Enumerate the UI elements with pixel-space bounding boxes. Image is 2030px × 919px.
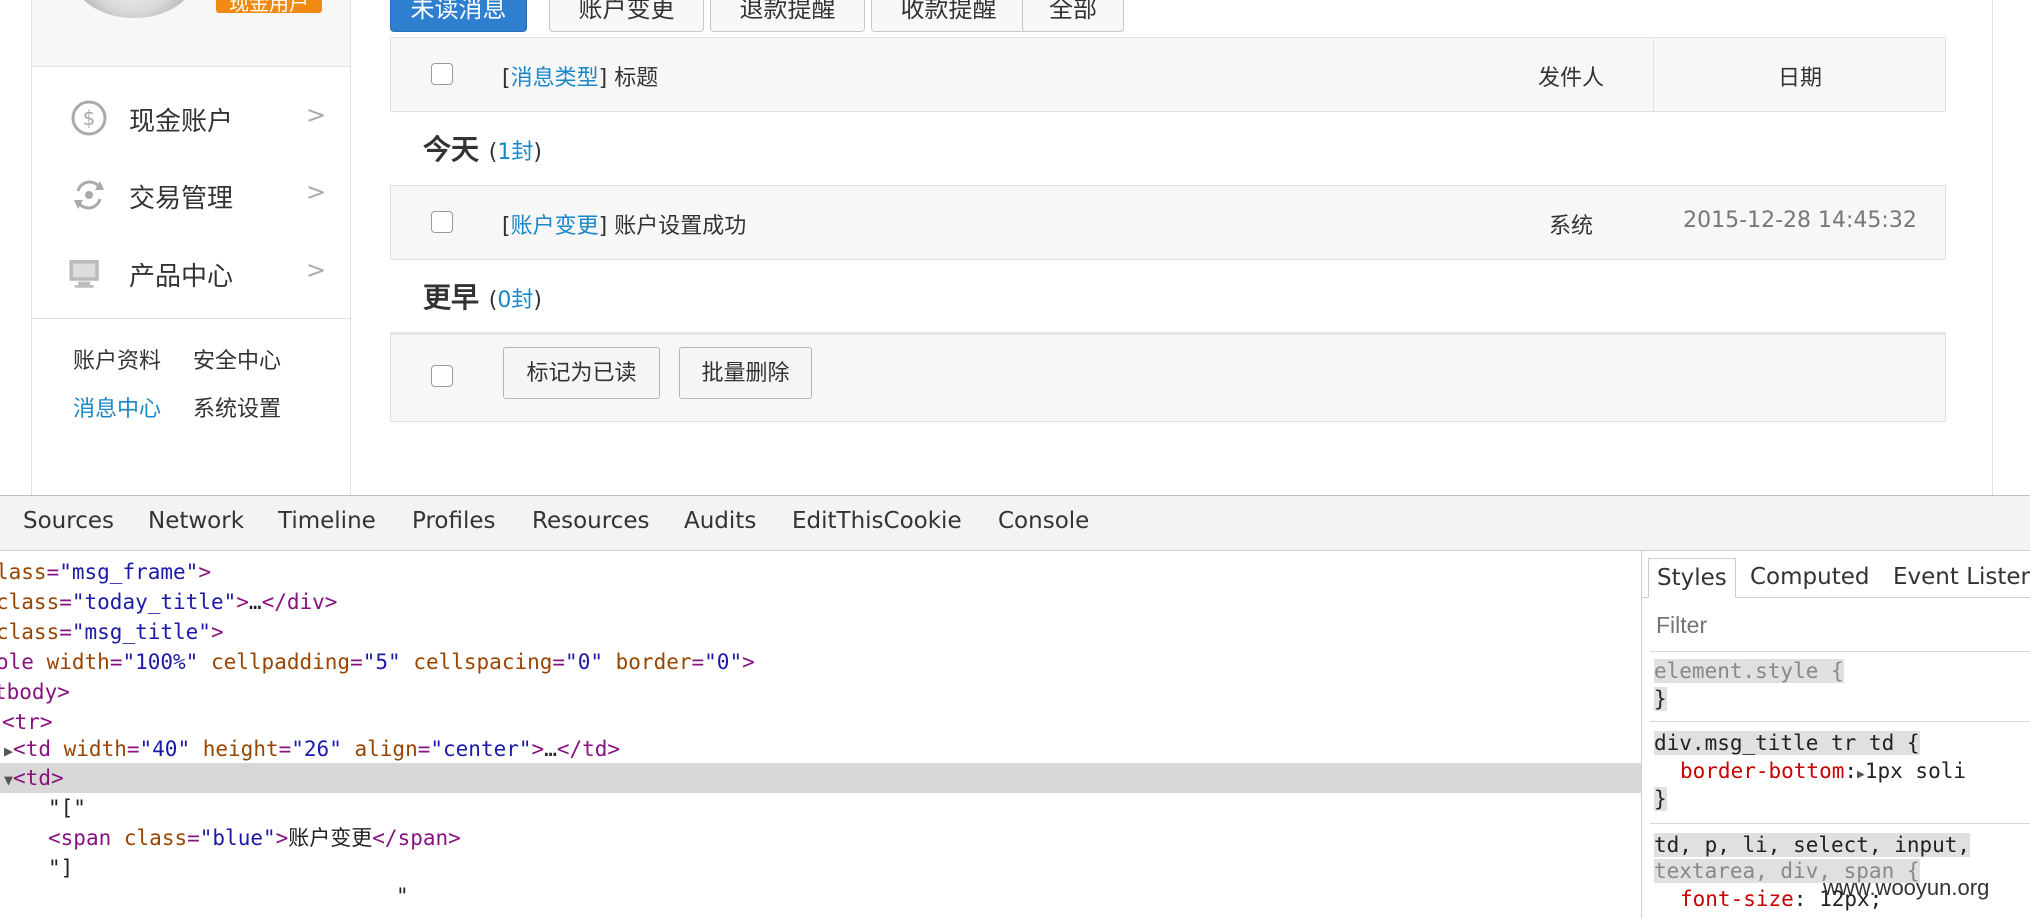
tab-account-change[interactable]: 账户变更 bbox=[549, 0, 704, 32]
collapse-triangle-icon[interactable]: ▼ bbox=[4, 771, 13, 789]
exchange-icon bbox=[70, 177, 108, 213]
devtools-tab-resources[interactable]: Resources bbox=[532, 508, 649, 534]
chevron-right-icon: > bbox=[306, 101, 327, 129]
batch-delete-button[interactable]: 批量删除 bbox=[679, 347, 812, 399]
dom-node[interactable]: <tr> bbox=[2, 707, 53, 737]
divider bbox=[1650, 651, 2030, 652]
monitor-icon bbox=[66, 255, 104, 291]
earlier-count: 0封 bbox=[497, 288, 534, 313]
dom-node-selected[interactable]: ▼<td> bbox=[4, 763, 64, 793]
dom-node[interactable]: class="today_title">…</div> bbox=[0, 587, 337, 617]
section-earlier-title: 更早 (0封) bbox=[423, 281, 542, 314]
nav-item-cash-account[interactable]: $ 现金账户 > bbox=[32, 87, 350, 147]
nav-label: 产品中心 bbox=[129, 262, 234, 292]
chevron-right-icon: > bbox=[306, 256, 327, 284]
section-today-title: 今天 (1封) bbox=[423, 133, 542, 166]
table-header: [消息类型] 标题 发件人 日期 bbox=[390, 37, 1946, 112]
selected-node-highlight bbox=[0, 763, 1641, 793]
css-rule-selector[interactable]: td, p, li, select, input, bbox=[1654, 831, 1971, 859]
nav-item-trade-management[interactable]: 交易管理 > bbox=[32, 164, 350, 224]
tab-styles[interactable]: Styles bbox=[1648, 558, 1736, 598]
tab-computed[interactable]: Computed bbox=[1742, 558, 1877, 596]
devtools-tab-sources[interactable]: Sources bbox=[23, 508, 114, 534]
avatar[interactable] bbox=[74, 0, 194, 18]
dom-node[interactable]: class="msg_title"> bbox=[0, 617, 224, 647]
nav-label: 现金账户 bbox=[129, 107, 234, 137]
styles-pane: Styles Computed Event Listen element.sty… bbox=[1642, 551, 2030, 919]
dom-node[interactable]: ▶<td width="40" height="26" align="cente… bbox=[4, 734, 620, 764]
devtools-tab-audits[interactable]: Audits bbox=[684, 508, 756, 534]
divider bbox=[1650, 823, 2030, 824]
nav-label: 交易管理 bbox=[129, 184, 234, 214]
header-sender: 发件人 bbox=[1537, 66, 1604, 91]
dollar-circle-icon: $ bbox=[70, 100, 108, 136]
devtools-toolbar: Sources Network Timeline Profiles Resour… bbox=[0, 496, 2030, 551]
message-date: 2015-12-28 14:45:32 bbox=[1683, 208, 1917, 233]
styles-filter-input[interactable] bbox=[1654, 611, 2018, 640]
select-all-checkbox[interactable] bbox=[431, 63, 453, 85]
dom-node[interactable]: ole width="100%" cellpadding="5" cellspa… bbox=[0, 647, 755, 677]
message-sender: 系统 bbox=[1548, 214, 1593, 239]
tab-payment-reminder[interactable]: 收款提醒 bbox=[871, 0, 1026, 32]
tab-refund-reminder[interactable]: 退款提醒 bbox=[710, 0, 865, 32]
watermark: www.wooyun.org bbox=[1823, 875, 1990, 900]
profile-area: 现金用户 bbox=[32, 0, 350, 67]
dom-text-node[interactable]: " bbox=[396, 881, 409, 911]
tab-all[interactable]: 全部 bbox=[1022, 0, 1124, 32]
link-security-center[interactable]: 安全中心 bbox=[193, 343, 281, 375]
css-rule-close: } bbox=[1654, 687, 1667, 711]
sidebar: 现金用户 $ 现金账户 > 交易管理 > 产品中心 > 账户资料 安全中心 消息… bbox=[31, 0, 351, 495]
chevron-right-icon: > bbox=[306, 178, 327, 206]
link-system-settings[interactable]: 系统设置 bbox=[193, 391, 281, 423]
header-title: [消息类型] 标题 bbox=[502, 66, 659, 91]
user-type-badge: 现金用户 bbox=[216, 0, 322, 13]
divider bbox=[1992, 0, 1993, 495]
css-rule-selector[interactable]: element.style { bbox=[1654, 657, 1844, 685]
css-declaration[interactable]: border-bottom:▶1px soli bbox=[1680, 757, 1966, 785]
web-page: 现金用户 $ 现金账户 > 交易管理 > 产品中心 > 账户资料 安全中心 消息… bbox=[0, 0, 2030, 495]
header-title-label: 标题 bbox=[614, 66, 659, 91]
devtools-tab-editthiscookie[interactable]: EditThisCookie bbox=[792, 508, 962, 534]
select-all-checkbox-bottom[interactable] bbox=[431, 365, 453, 387]
header-date: 日期 bbox=[1777, 66, 1822, 91]
nav-item-product-center[interactable]: 产品中心 > bbox=[32, 242, 350, 302]
devtools-tab-network[interactable]: Network bbox=[148, 508, 244, 534]
table-row[interactable]: [账户变更] 账户设置成功 系统 2015-12-28 14:45:32 bbox=[390, 185, 1946, 260]
devtools-tab-timeline[interactable]: Timeline bbox=[278, 508, 376, 534]
elements-tree[interactable]: lass="msg_frame"> class="today_title">…<… bbox=[0, 551, 1641, 919]
header-type-label: 消息类型 bbox=[510, 66, 599, 91]
devtools-tab-profiles[interactable]: Profiles bbox=[412, 508, 496, 534]
message-title[interactable]: [账户变更] 账户设置成功 bbox=[502, 208, 746, 240]
tab-event-listeners[interactable]: Event Listen bbox=[1885, 558, 2030, 596]
today-count: 1封 bbox=[497, 140, 534, 165]
link-message-center[interactable]: 消息中心 bbox=[73, 391, 161, 423]
devtools-panel: Sources Network Timeline Profiles Resour… bbox=[0, 495, 2030, 919]
row-checkbox[interactable] bbox=[431, 211, 453, 233]
divider bbox=[32, 318, 350, 319]
link-account-info[interactable]: 账户资料 bbox=[73, 343, 161, 375]
message-type: 账户变更 bbox=[510, 214, 599, 239]
message-main: 未读消息 账户变更 退款提醒 收款提醒 全部 [消息类型] 标题 发件人 日期 … bbox=[390, 0, 1946, 495]
expand-triangle-icon[interactable]: ▶ bbox=[4, 742, 13, 760]
mark-read-button[interactable]: 标记为已读 bbox=[503, 347, 660, 399]
devtools-tab-console[interactable]: Console bbox=[998, 508, 1089, 534]
css-rule-close: } bbox=[1654, 787, 1667, 811]
tab-unread[interactable]: 未读消息 bbox=[390, 0, 527, 32]
actions-bar: 标记为已读 批量删除 bbox=[390, 332, 1946, 422]
dom-node[interactable]: tbody> bbox=[0, 677, 70, 707]
css-rule-selector[interactable]: div.msg_title tr td { bbox=[1654, 729, 1920, 757]
dom-node[interactable]: lass="msg_frame"> bbox=[0, 557, 211, 587]
svg-text:$: $ bbox=[83, 106, 96, 130]
dom-text-node[interactable]: "] bbox=[48, 853, 73, 883]
dom-node[interactable]: <span class="blue">账户变更</span> bbox=[48, 823, 461, 853]
divider bbox=[1650, 721, 2030, 722]
dom-text-node[interactable]: "[" bbox=[48, 793, 86, 823]
message-title-text: 账户设置成功 bbox=[614, 214, 747, 239]
styles-tabbar: Styles Computed Event Listen bbox=[1642, 551, 2030, 598]
